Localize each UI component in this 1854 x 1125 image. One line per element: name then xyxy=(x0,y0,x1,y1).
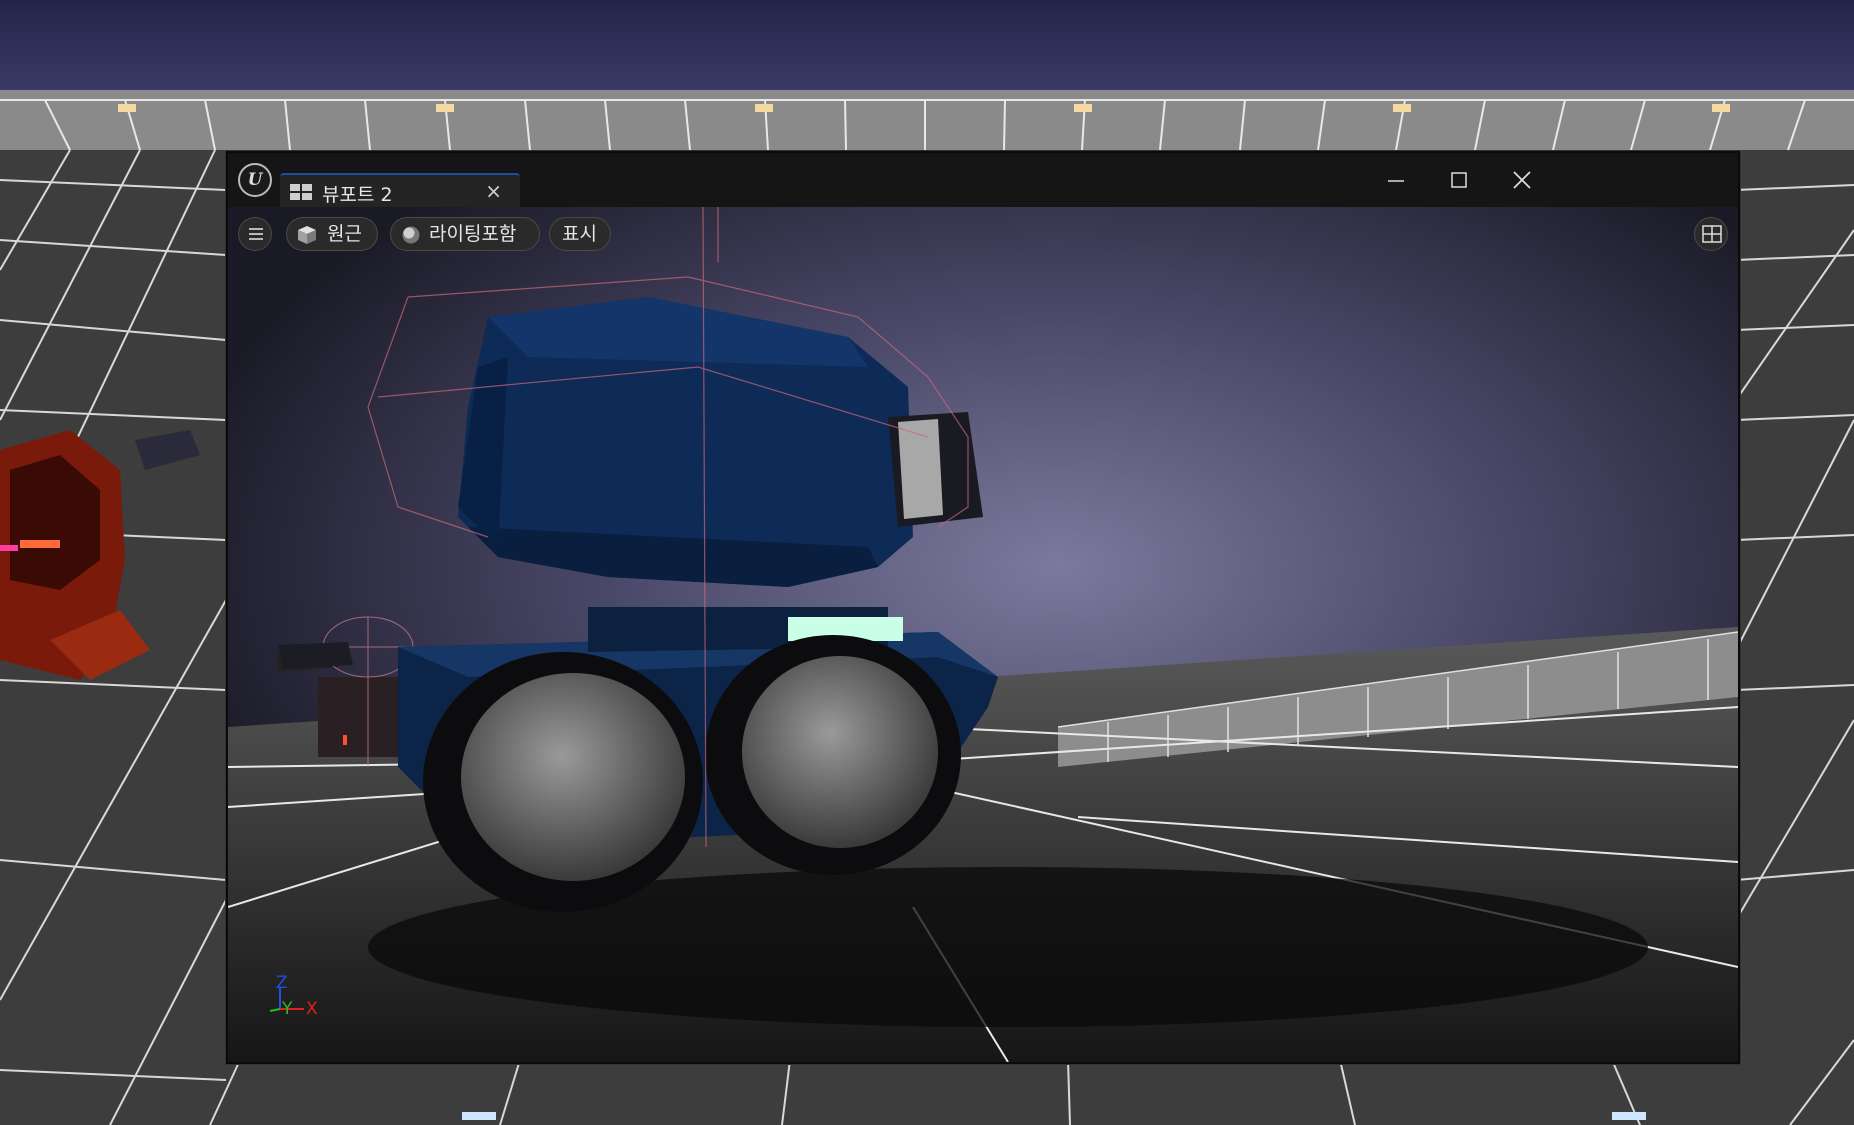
tab-viewport-2[interactable]: 뷰포트 2 × xyxy=(280,173,520,207)
close-window-icon[interactable] xyxy=(1502,165,1542,195)
window-titlebar[interactable]: U 뷰포트 2 × xyxy=(228,153,1738,207)
minimize-icon[interactable] xyxy=(1376,165,1416,195)
axis-x-label: X xyxy=(306,999,318,1019)
show-label: 표시 xyxy=(562,223,597,245)
axis-y-label: Y xyxy=(282,999,293,1019)
level-viewport[interactable]: 원근 라이팅포함 표시 Z Y X xyxy=(228,207,1738,1062)
viewport-render xyxy=(228,207,1738,1062)
viewport-tab-icon xyxy=(290,184,312,200)
lighting-label: 라이팅포함 xyxy=(429,223,517,245)
hamburger-icon xyxy=(249,228,263,240)
viewport-layout-button[interactable] xyxy=(1694,217,1728,251)
lit-sphere-icon xyxy=(402,226,420,244)
perspective-label: 원근 xyxy=(327,223,362,245)
unreal-logo-icon: U xyxy=(238,163,272,197)
perspective-button[interactable]: 원근 xyxy=(286,217,378,251)
show-button[interactable]: 표시 xyxy=(549,217,611,251)
axis-z-label: Z xyxy=(276,973,288,993)
cube-icon xyxy=(298,226,316,244)
viewport-window: U 뷰포트 2 × 원근 라이팅포함 표시 Z Y X xyxy=(226,151,1740,1064)
viewport-menu-button[interactable] xyxy=(238,217,272,251)
axis-gizmo: Z Y X xyxy=(268,967,328,1027)
viewport-layout-icon xyxy=(1702,225,1722,243)
maximize-icon[interactable] xyxy=(1439,165,1479,195)
viewport-toolbar: 원근 라이팅포함 표시 xyxy=(228,207,1738,257)
lighting-mode-button[interactable]: 라이팅포함 xyxy=(390,217,540,251)
tab-close-icon[interactable]: × xyxy=(485,179,502,203)
tab-label: 뷰포트 2 xyxy=(322,184,393,206)
